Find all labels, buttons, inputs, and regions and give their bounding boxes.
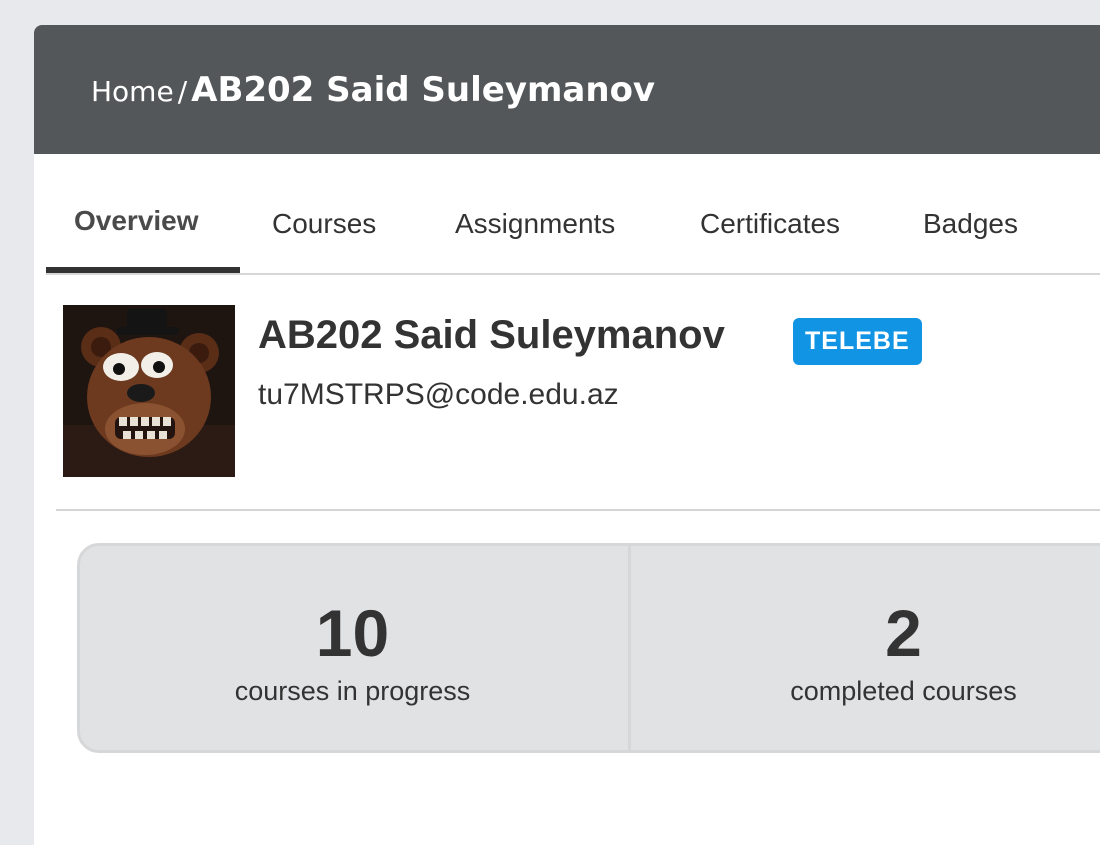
- tab-badges[interactable]: Badges: [923, 208, 1018, 240]
- role-badge: TELEBE: [793, 318, 922, 365]
- active-tab-indicator: [46, 267, 240, 273]
- stat-label: completed courses: [790, 676, 1017, 706]
- breadcrumb: Home / AB202 Said Suleymanov: [91, 70, 655, 110]
- stat-completed-courses: 2 completed courses: [628, 546, 1100, 750]
- tab-assignments[interactable]: Assignments: [455, 208, 615, 240]
- tab-courses[interactable]: Courses: [272, 208, 376, 240]
- stat-courses-in-progress: 10 courses in progress: [80, 546, 625, 750]
- stat-value: 10: [315, 596, 390, 670]
- animatronic-bear-avatar-icon: [63, 305, 235, 477]
- tab-overview[interactable]: Overview: [74, 205, 199, 237]
- breadcrumb-current: AB202 Said Suleymanov: [191, 70, 656, 110]
- stats-panel: 10 courses in progress 2 completed cours…: [77, 543, 1100, 753]
- stat-value: 2: [885, 596, 922, 670]
- profile-tabs: Overview Courses Assignments Certificate…: [46, 178, 1100, 275]
- profile-email: tu7MSTRPS@code.edu.az: [258, 378, 619, 411]
- stat-label: courses in progress: [234, 676, 471, 706]
- section-divider: [56, 509, 1100, 511]
- profile-name: AB202 Said Suleymanov: [258, 313, 725, 357]
- page-header: Home / AB202 Said Suleymanov: [34, 25, 1100, 154]
- profile-card: Home / AB202 Said Suleymanov Overview Cour…: [34, 25, 1100, 845]
- tab-certificates[interactable]: Certificates: [700, 208, 840, 240]
- breadcrumb-home-link[interactable]: Home: [91, 75, 174, 108]
- breadcrumb-separator: /: [177, 75, 188, 108]
- avatar: [63, 305, 235, 477]
